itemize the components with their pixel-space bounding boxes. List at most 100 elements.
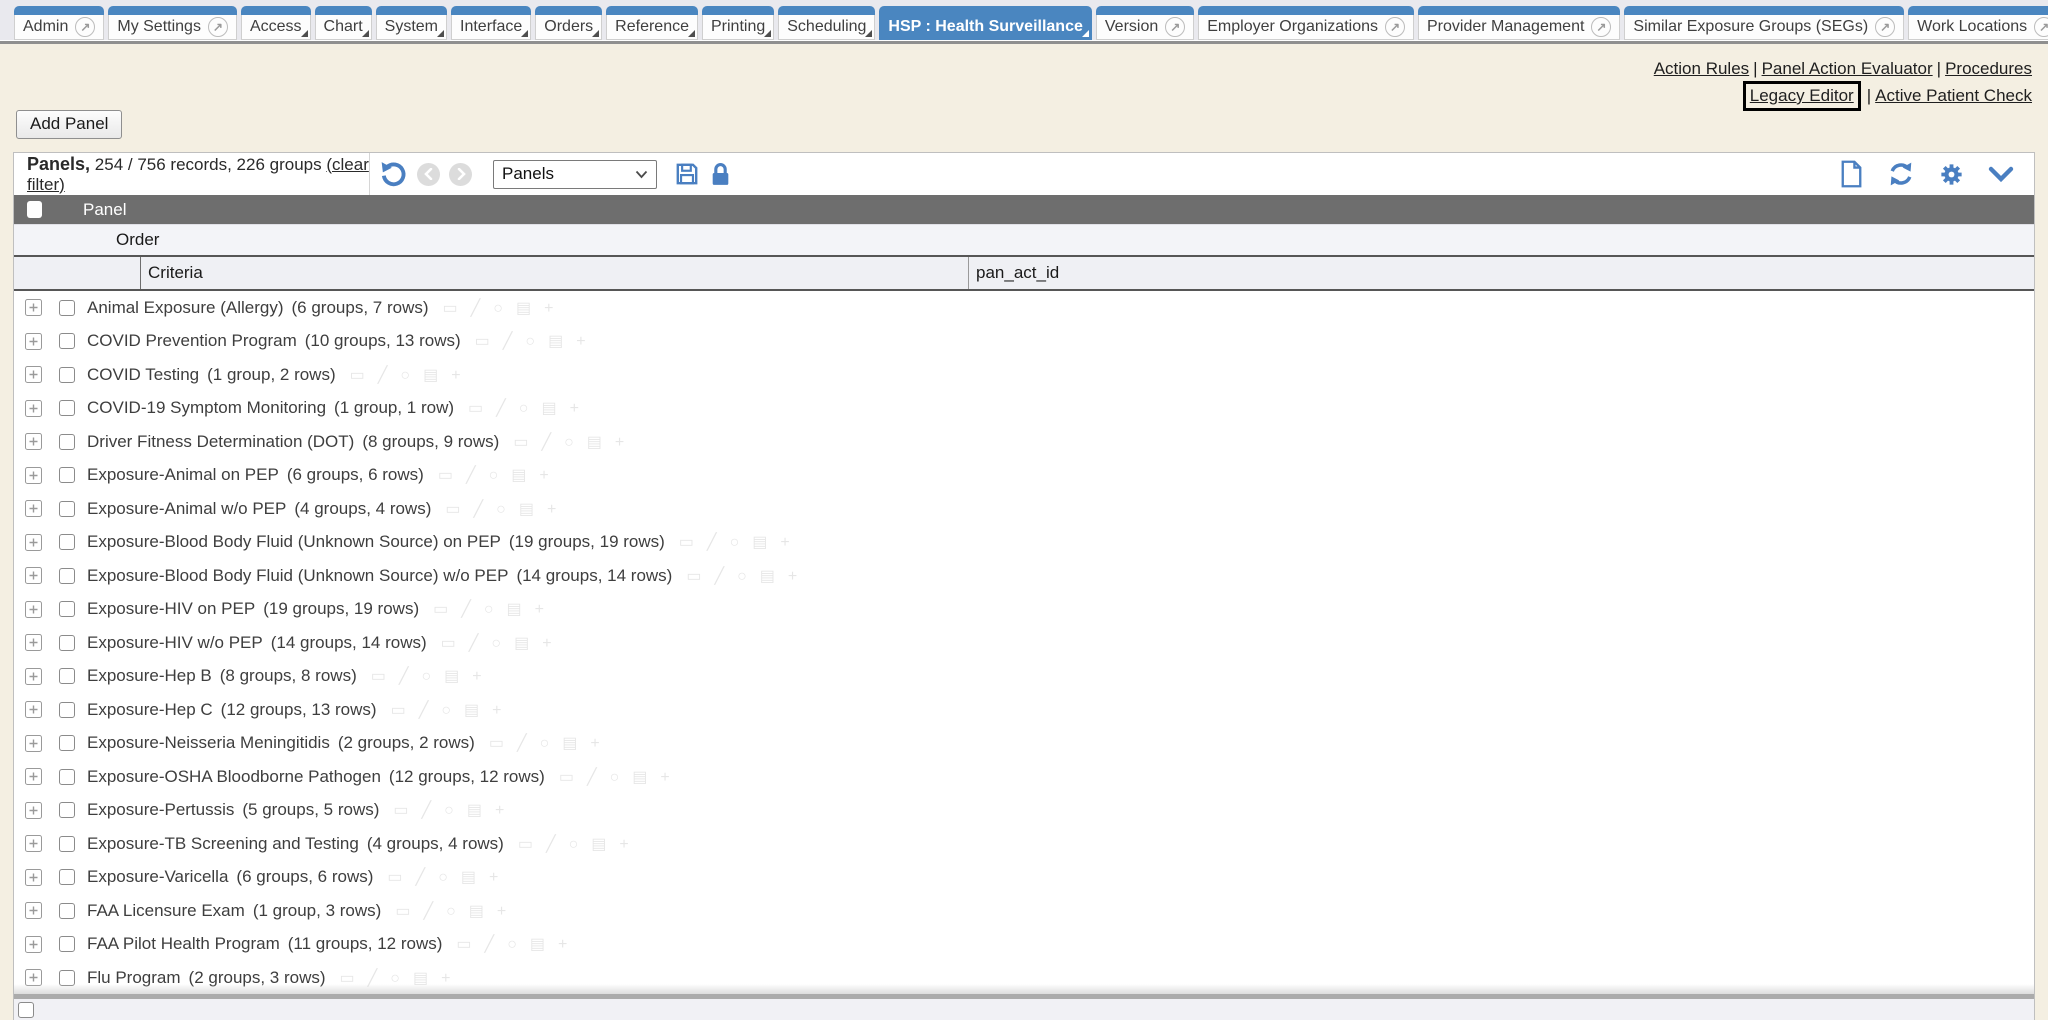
collapse-chevron-icon[interactable] [1988, 165, 2014, 183]
delete-icon[interactable]: ▭ [395, 903, 410, 920]
panel-name[interactable]: Exposure-TB Screening and Testing [87, 834, 359, 854]
add-icon[interactable]: + [441, 970, 450, 987]
row-checkbox[interactable] [59, 769, 75, 785]
panel-column-header[interactable]: Panel [83, 200, 126, 220]
panel-name[interactable]: Exposure-Blood Body Fluid (Unknown Sourc… [87, 532, 501, 552]
expand-plus-icon[interactable] [25, 634, 42, 651]
expand-plus-icon[interactable] [25, 534, 42, 551]
edit-icon[interactable]: ╱ [466, 467, 476, 484]
expand-plus-icon[interactable] [25, 299, 42, 316]
panel-action-evaluator-link[interactable]: Panel Action Evaluator [1762, 59, 1933, 78]
open-in-window-icon[interactable]: ↗ [75, 17, 95, 37]
row-checkbox[interactable] [59, 367, 75, 383]
panel-name[interactable]: Exposure-Blood Body Fluid (Unknown Sourc… [87, 566, 508, 586]
open-in-window-icon[interactable]: ↗ [1385, 17, 1405, 37]
row-hover-action-icons[interactable]: ▭╱○▤+ [350, 365, 474, 385]
assign-icon[interactable]: ▤ [444, 668, 459, 685]
edit-icon[interactable]: ╱ [485, 936, 495, 953]
row-checkbox[interactable] [59, 869, 75, 885]
panel-name[interactable]: FAA Pilot Health Program [87, 934, 280, 954]
edit-icon[interactable]: ╱ [423, 903, 433, 920]
expand-plus-icon[interactable] [25, 668, 42, 685]
assign-icon[interactable]: ▤ [461, 869, 476, 886]
assign-icon[interactable]: ▤ [467, 802, 482, 819]
panel-name[interactable]: Exposure-Animal w/o PEP [87, 499, 286, 519]
expand-plus-icon[interactable] [25, 802, 42, 819]
add-icon[interactable]: + [472, 668, 481, 685]
tab-version[interactable]: Version ↗ [1096, 6, 1194, 40]
row-hover-action-icons[interactable]: ▭╱○▤+ [468, 398, 592, 418]
assign-icon[interactable]: ▤ [760, 568, 775, 585]
edit-icon[interactable]: ╱ [368, 970, 378, 987]
active-patient-check-link[interactable]: Active Patient Check [1875, 86, 2032, 105]
save-icon[interactable] [674, 161, 700, 187]
add-icon[interactable]: + [542, 635, 551, 652]
legacy-editor-link[interactable]: Legacy Editor [1750, 86, 1854, 105]
delete-icon[interactable]: ▭ [456, 936, 471, 953]
row-checkbox[interactable] [59, 467, 75, 483]
expand-plus-icon[interactable] [25, 735, 42, 752]
edit-icon[interactable]: ╱ [546, 836, 556, 853]
row-checkbox[interactable] [59, 300, 75, 316]
assign-icon[interactable]: ▤ [587, 434, 602, 451]
history-icon[interactable]: ○ [730, 534, 740, 551]
edit-icon[interactable]: ╱ [714, 568, 724, 585]
delete-icon[interactable]: ▭ [441, 635, 456, 652]
assign-icon[interactable]: ▤ [514, 635, 529, 652]
expand-plus-icon[interactable] [25, 333, 42, 350]
edit-icon[interactable]: ╱ [707, 534, 717, 551]
add-icon[interactable]: + [451, 367, 460, 384]
history-icon[interactable]: ○ [540, 735, 550, 752]
row-hover-action-icons[interactable]: ▭╱○▤+ [395, 901, 519, 921]
row-checkbox[interactable] [59, 434, 75, 450]
panel-name[interactable]: Exposure-OSHA Bloodborne Pathogen [87, 767, 381, 787]
history-icon[interactable]: ○ [446, 903, 456, 920]
row-hover-action-icons[interactable]: ▭╱○▤+ [559, 767, 683, 787]
row-hover-action-icons[interactable]: ▭╱○▤+ [433, 599, 557, 619]
assign-icon[interactable]: ▤ [548, 333, 563, 350]
row-checkbox[interactable] [59, 601, 75, 617]
add-icon[interactable]: + [615, 434, 624, 451]
open-in-window-icon[interactable]: ↗ [2034, 17, 2048, 37]
delete-icon[interactable]: ▭ [559, 769, 574, 786]
row-checkbox[interactable] [59, 668, 75, 684]
assign-icon[interactable]: ▤ [752, 534, 767, 551]
add-icon[interactable]: + [489, 869, 498, 886]
add-icon[interactable]: + [558, 936, 567, 953]
assign-icon[interactable]: ▤ [413, 970, 428, 987]
expand-plus-icon[interactable] [25, 869, 42, 886]
history-icon[interactable]: ○ [484, 601, 494, 618]
add-icon[interactable]: + [619, 836, 628, 853]
row-hover-action-icons[interactable]: ▭╱○▤+ [513, 432, 637, 452]
expand-plus-icon[interactable] [25, 400, 42, 417]
panel-name[interactable]: Exposure-Hep C [87, 700, 213, 720]
edit-icon[interactable]: ╱ [422, 802, 432, 819]
history-icon[interactable]: ○ [400, 367, 410, 384]
assign-icon[interactable]: ▤ [591, 836, 606, 853]
add-icon[interactable]: + [570, 400, 579, 417]
tab-work-locations[interactable]: Work Locations ↗ [1908, 6, 2048, 40]
tab-reference[interactable]: Reference ↗ [606, 6, 698, 40]
footer-checkbox[interactable] [18, 1002, 34, 1018]
panel-name[interactable]: Exposure-HIV w/o PEP [87, 633, 263, 653]
edit-icon[interactable]: ╱ [378, 367, 388, 384]
panel-name[interactable]: COVID Prevention Program [87, 331, 297, 351]
panel-name[interactable]: Exposure-Hep B [87, 666, 212, 686]
delete-icon[interactable]: ▭ [513, 434, 528, 451]
settings-gear-icon[interactable] [1938, 161, 1965, 188]
row-hover-action-icons[interactable]: ▭╱○▤+ [445, 499, 569, 519]
delete-icon[interactable]: ▭ [371, 668, 386, 685]
expand-plus-icon[interactable] [25, 902, 42, 919]
history-icon[interactable]: ○ [491, 635, 501, 652]
prev-icon[interactable] [417, 163, 440, 186]
tab-similar-exposure-groups-segs[interactable]: Similar Exposure Groups (SEGs) ↗ [1624, 6, 1904, 40]
assign-icon[interactable]: ▤ [530, 936, 545, 953]
row-hover-action-icons[interactable]: ▭╱○▤+ [391, 700, 515, 720]
row-hover-action-icons[interactable]: ▭╱○▤+ [371, 666, 495, 686]
delete-icon[interactable]: ▭ [445, 501, 460, 518]
add-icon[interactable]: + [539, 467, 548, 484]
select-all-checkbox[interactable] [27, 201, 42, 218]
history-icon[interactable]: ○ [519, 400, 529, 417]
add-icon[interactable]: + [788, 568, 797, 585]
row-checkbox[interactable] [59, 936, 75, 952]
